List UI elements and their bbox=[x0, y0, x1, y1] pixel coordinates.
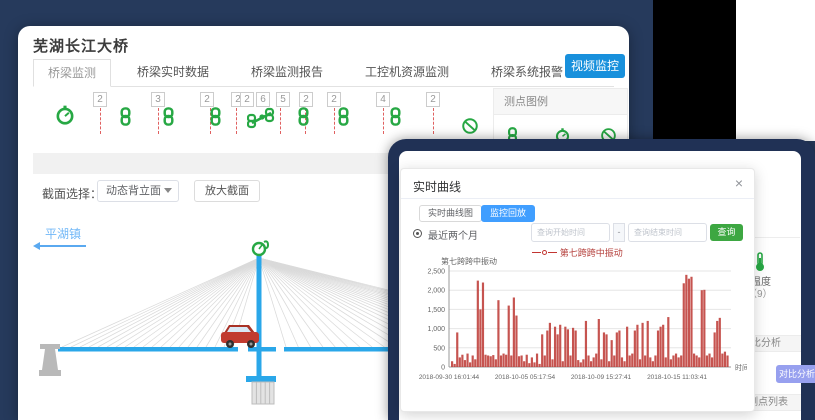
tab-monitor-playback[interactable]: 监控回放 bbox=[481, 205, 535, 222]
black-backdrop bbox=[653, 0, 736, 141]
panel-separator bbox=[748, 237, 800, 238]
query-start-time-input[interactable] bbox=[531, 223, 610, 242]
last-two-months-radio[interactable] bbox=[413, 229, 422, 238]
section-dropdown[interactable]: 动态背立面 bbox=[97, 180, 179, 202]
link-icon[interactable] bbox=[159, 107, 178, 131]
sensor-count-badge: 2 bbox=[299, 92, 313, 107]
svg-text:1,000: 1,000 bbox=[427, 326, 445, 333]
svg-text:2018-09-30 16:01:44: 2018-09-30 16:01:44 bbox=[419, 374, 480, 381]
tower-gauge-icon[interactable] bbox=[253, 241, 268, 255]
link-icon[interactable] bbox=[206, 107, 225, 131]
svg-text:500: 500 bbox=[433, 345, 445, 352]
compare-analysis-button[interactable]: 对比分析 bbox=[776, 365, 815, 383]
enlarge-section-button[interactable]: 放大截面 bbox=[194, 180, 260, 202]
thermometer-icon[interactable] bbox=[753, 252, 767, 272]
sensor-count-badge: 2 bbox=[327, 92, 341, 107]
link-icon[interactable] bbox=[116, 107, 135, 131]
section-dropdown-value: 动态背立面 bbox=[106, 185, 161, 197]
time-range-separator: - bbox=[613, 223, 625, 242]
sensor-position-dash bbox=[100, 108, 101, 134]
svg-text:2,500: 2,500 bbox=[427, 269, 445, 276]
vibration-chart: 0 500 1,000 1,500 2,000 2,500 第七跨跨中振动 2018-09-3… bbox=[415, 257, 747, 405]
svg-text:0: 0 bbox=[441, 365, 445, 372]
query-end-time-input[interactable] bbox=[628, 223, 707, 242]
link-icon[interactable] bbox=[294, 107, 313, 131]
sensor-count-badge: 3 bbox=[151, 92, 165, 107]
sensor-count-badge: 2 bbox=[93, 92, 107, 107]
chevron-down-icon bbox=[164, 188, 172, 193]
car-illustration bbox=[221, 325, 259, 348]
svg-text:时间: 时间 bbox=[735, 363, 747, 372]
legend-marker-line bbox=[548, 252, 557, 253]
legend-marker-circle bbox=[542, 250, 547, 255]
modal-title: 实时曲线 bbox=[413, 178, 461, 195]
sensor-count-badge: 6 bbox=[256, 92, 270, 107]
close-icon[interactable]: × bbox=[735, 175, 743, 191]
svg-text:2018-10-15 11:03:41: 2018-10-15 11:03:41 bbox=[647, 374, 707, 381]
white-backdrop bbox=[736, 0, 815, 141]
sensor-position-dash bbox=[280, 108, 281, 134]
sensor-count-badge: 5 bbox=[276, 92, 290, 107]
svg-text:1,500: 1,500 bbox=[427, 307, 445, 314]
realtime-curve-modal: 实时曲线 × 实时曲线图 监控回放 最近两个月 - 查询 第七跨跨中振动 0 50… bbox=[400, 168, 755, 412]
svg-text:2018-10-09 15:27:41: 2018-10-09 15:27:41 bbox=[571, 374, 632, 381]
sensor-count-badge: 2 bbox=[240, 92, 254, 107]
legend-marker-line bbox=[532, 252, 541, 253]
double-link-icon[interactable] bbox=[247, 107, 277, 134]
svg-text:2018-10-05 05:17:54: 2018-10-05 05:17:54 bbox=[495, 374, 556, 381]
gauge-icon[interactable] bbox=[54, 104, 76, 131]
sensor-position-dash bbox=[433, 108, 434, 134]
sensor-count-badge: 2 bbox=[200, 92, 214, 107]
link-icon[interactable] bbox=[386, 107, 405, 131]
link-icon[interactable] bbox=[334, 107, 353, 131]
svg-text:2,000: 2,000 bbox=[427, 288, 445, 295]
sensor-position-dash bbox=[383, 108, 384, 134]
tab-realtime-curve[interactable]: 实时曲线图 bbox=[419, 205, 482, 222]
legend-panel-title: 测点图例 bbox=[494, 89, 627, 115]
sensor-count-badge: 4 bbox=[376, 92, 390, 107]
modal-header-divider bbox=[401, 198, 754, 199]
sensor-position-dash bbox=[236, 108, 237, 134]
query-button[interactable]: 查询 bbox=[710, 224, 743, 241]
last-two-months-label: 最近两个月 bbox=[428, 227, 478, 242]
svg-text:第七跨跨中振动: 第七跨跨中振动 bbox=[441, 257, 497, 266]
sensor-count-badge: 2 bbox=[426, 92, 440, 107]
prohibition-icon[interactable] bbox=[461, 117, 479, 140]
section-select-label: 截面选择： bbox=[42, 185, 102, 202]
